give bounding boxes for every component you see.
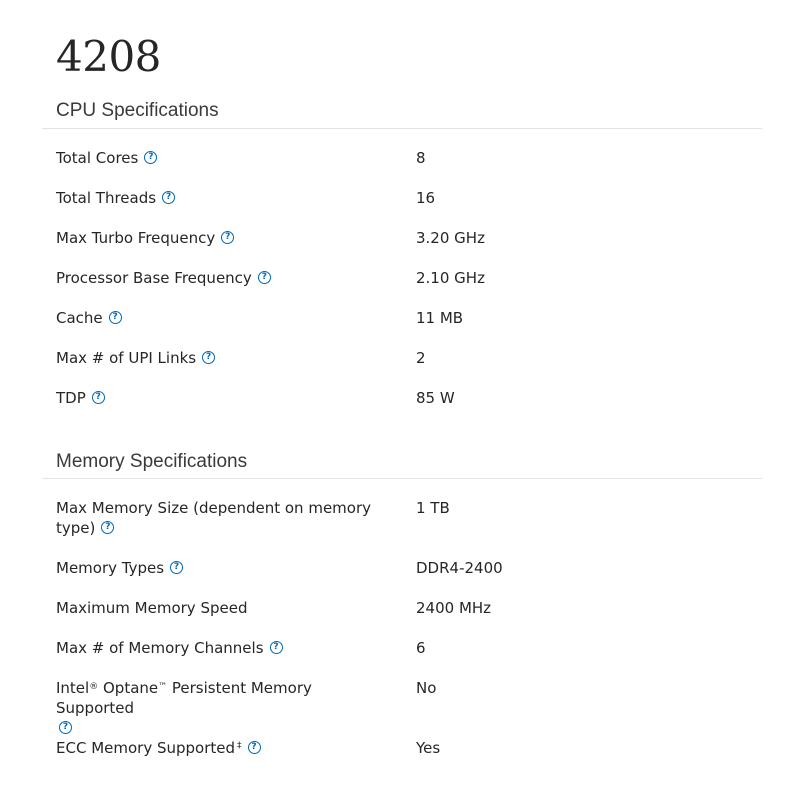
- help-icon[interactable]: ?: [162, 191, 176, 204]
- spec-label: Total Threads: [56, 189, 157, 207]
- spec-label: Max # of UPI Links: [56, 349, 197, 367]
- spec-label: Max Turbo Frequency: [56, 229, 216, 247]
- spec-value: 1 TB: [416, 499, 450, 517]
- spec-label: TDP: [56, 389, 86, 407]
- page-title: 4208: [56, 32, 161, 81]
- spec-label: Total Cores: [56, 149, 139, 167]
- help-icon[interactable]: ?: [101, 521, 115, 534]
- spec-value: 2.10 GHz: [416, 269, 485, 287]
- spec-label-line1: Max Memory Size (dependent on memory: [56, 499, 371, 517]
- spec-value: DDR4-2400: [416, 559, 503, 577]
- spec-value: 2400 MHz: [416, 599, 492, 617]
- help-icon[interactable]: ?: [202, 351, 216, 364]
- spec-value: 16: [416, 189, 436, 207]
- registered-mark: ®: [89, 682, 99, 692]
- spec-label: Cache: [56, 309, 103, 327]
- spec-page: 4208 CPU Specifications Total Cores? 8 T…: [0, 0, 800, 800]
- section-heading-cpu: CPU Specifications: [56, 100, 219, 121]
- spec-label: Maximum Memory Speed: [56, 599, 248, 617]
- help-icon[interactable]: ?: [247, 741, 261, 754]
- help-icon[interactable]: ?: [144, 151, 158, 164]
- spec-label: Max # of Memory Channels: [56, 639, 264, 657]
- section-divider: [42, 478, 762, 479]
- help-icon[interactable]: ?: [59, 721, 72, 734]
- spec-value: 11 MB: [416, 309, 464, 327]
- help-icon[interactable]: ?: [108, 311, 122, 324]
- help-icon[interactable]: ?: [170, 561, 184, 574]
- help-icon[interactable]: ?: [91, 391, 105, 404]
- spec-value: 2: [416, 349, 426, 367]
- spec-value: No: [416, 679, 437, 697]
- spec-label: ECC Memory Supported: [56, 739, 236, 757]
- help-icon[interactable]: ?: [257, 271, 271, 284]
- spec-value: 85 W: [416, 389, 455, 407]
- spec-value: 8: [416, 149, 426, 167]
- section-heading-memory: Memory Specifications: [56, 451, 248, 472]
- help-icon[interactable]: ?: [269, 641, 283, 654]
- spec-label: Processor Base Frequency: [56, 269, 252, 287]
- spec-value: Yes: [416, 739, 441, 757]
- help-icon[interactable]: ?: [221, 231, 235, 244]
- spec-value: 3.20 GHz: [416, 229, 485, 247]
- spec-label-mid: Optane: [98, 679, 159, 697]
- spec-label-pre: Intel: [56, 679, 90, 697]
- footnote-dagger: ‡: [237, 741, 242, 751]
- spec-label-line2: type): [56, 519, 96, 537]
- section-divider: [42, 128, 762, 129]
- spec-value: 6: [416, 639, 426, 657]
- trademark-mark: ™: [158, 682, 168, 692]
- spec-label: Memory Types: [56, 559, 165, 577]
